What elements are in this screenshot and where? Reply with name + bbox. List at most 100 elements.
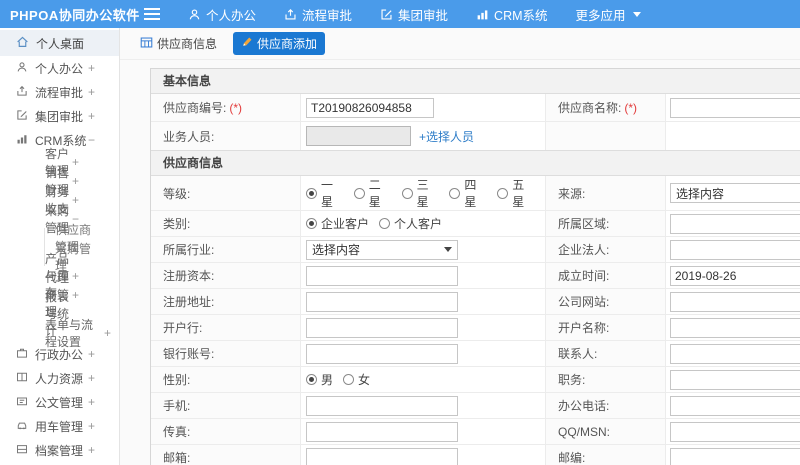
radio-category-company[interactable] [306,218,317,229]
website-input[interactable] [670,291,800,312]
email-input[interactable] [306,447,458,465]
zip-input[interactable] [670,447,800,465]
sidebar: 个人桌面 个人办公 + 流程审批 + 集团审批 + CRM系统 − 客户管理 +… [0,28,120,465]
expand-icon[interactable]: + [88,395,95,409]
person-icon [16,61,28,76]
expand-icon[interactable]: + [88,85,95,99]
field-label: 企业法人: [546,237,666,262]
supplier-no-input[interactable] [306,97,434,118]
position-input[interactable] [670,369,800,390]
account-name-input[interactable] [670,317,800,338]
section-title-basic-info: 基本信息 [151,69,800,94]
field-label: 性别: [151,367,301,392]
expand-icon[interactable]: + [72,193,79,207]
fax-input[interactable] [306,421,458,442]
field-label: 办公电话: [546,393,666,418]
sidebar-item-vehicle-management[interactable]: 用车管理 + [0,414,119,438]
field-label: 开户行: [151,315,301,340]
field-label: 公司网站: [546,289,666,314]
choose-staff-link[interactable]: +选择人员 [419,128,474,145]
sidebar-item-purchasing[interactable]: 采购管理 [0,242,119,273]
sidebar-item-human-resources[interactable]: 人力资源 + [0,366,119,390]
field-label: 类别: [151,211,301,236]
radio-gender-male[interactable] [306,374,317,385]
expand-icon[interactable]: + [88,443,95,457]
supplier-name-input[interactable] [670,97,800,118]
contact-input[interactable] [670,343,800,364]
briefcase-icon [16,347,28,362]
radio-level-1[interactable] [306,187,317,199]
main-content: 供应商信息 供应商添加 基本信息 供应商编号:(*) 供应商 [120,28,800,465]
sidebar-item-group-approval[interactable]: 集团审批 + [0,104,119,128]
caret-down-icon [444,247,452,252]
sidebar-item-document-management[interactable]: 公文管理 + [0,390,119,414]
process-icon [16,85,28,100]
field-label: 联系人: [546,341,666,366]
form-row-fax-qq: 传真: QQ/MSN: [151,419,800,445]
field-label: 成立时间: [546,263,666,288]
expand-icon[interactable]: + [88,347,95,361]
founded-date-input[interactable] [670,265,800,286]
nav-personal-office[interactable]: 个人办公 [174,0,270,28]
expand-icon[interactable]: + [88,371,95,385]
sidebar-item-form-flow-settings[interactable]: 表单与流程设置 + [0,318,119,349]
home-icon [16,35,29,51]
radio-level-4[interactable] [449,187,461,199]
expand-icon[interactable]: + [72,174,79,188]
industry-select[interactable]: 选择内容 [306,239,458,260]
sidebar-item-archive-management[interactable]: 档案管理 + [0,438,119,462]
region-input[interactable] [670,213,800,234]
capital-input[interactable] [306,265,458,286]
radio-level-5[interactable] [497,187,509,199]
form-row-bank-accountname: 开户行: 开户名称: [151,315,800,341]
field-label: 来源: [546,176,666,210]
sidebar-item-personal-office[interactable]: 个人办公 + [0,56,119,80]
radio-category-personal[interactable] [379,218,391,229]
field-label: 业务人员: [151,122,301,150]
radio-level-2[interactable] [353,187,365,199]
reg-address-input[interactable] [306,291,458,312]
empty-cell [546,122,666,150]
collapse-icon[interactable]: − [88,133,95,147]
nav-crm-system[interactable]: CRM系统 [462,0,561,28]
bank-input[interactable] [306,317,458,338]
tab-supplier-info[interactable]: 供应商信息 [132,32,225,55]
form-row-industry-legal: 所属行业: 选择内容 企业法人: [151,237,800,263]
tab-supplier-add[interactable]: 供应商添加 [233,32,326,55]
edit-icon [16,109,28,124]
top-navigation: 个人办公 流程审批 集团审批 CRM系统 更多应用 [174,0,655,28]
menu-toggle-icon[interactable] [144,5,160,23]
legal-person-input[interactable] [670,239,800,260]
nav-more-apps[interactable]: 更多应用 [562,0,655,28]
topbar: PHPOA协同办公软件 个人办公 流程审批 集团审批 CRM系统 更多应用 [0,0,800,28]
sidebar-item-process-approval[interactable]: 流程审批 + [0,80,119,104]
person-icon [188,8,201,21]
expand-icon[interactable]: + [88,61,95,75]
mobile-input[interactable] [306,395,458,416]
expand-icon[interactable]: + [88,419,95,433]
expand-icon[interactable]: + [88,109,95,123]
table-icon [140,36,153,52]
tab-bar: 供应商信息 供应商添加 [120,28,800,60]
qq-msn-input[interactable] [670,421,800,442]
nav-group-approval[interactable]: 集团审批 [366,0,462,28]
radio-gender-female[interactable] [343,374,355,385]
nav-process-approval[interactable]: 流程审批 [270,0,366,28]
edit-icon [380,8,393,21]
radio-level-3[interactable] [401,187,413,199]
field-label: 职务: [546,367,666,392]
expand-icon[interactable]: + [104,326,111,340]
source-select[interactable]: 选择内容 [670,183,800,203]
form-row-regaddress-website: 注册地址: 公司网站: [151,289,800,315]
expand-icon[interactable]: + [72,155,79,169]
office-phone-input[interactable] [670,395,800,416]
field-label: QQ/MSN: [546,419,666,444]
category-radio-group: 企业客户 个人客户 [301,211,546,236]
pencil-icon [241,36,253,51]
sidebar-item-personal-desktop[interactable]: 个人桌面 [0,30,119,56]
field-label: 注册地址: [151,289,301,314]
staff-input[interactable] [306,126,411,146]
field-label: 供应商编号: (*) [151,94,301,121]
supplier-add-form: 基本信息 供应商编号:(*) 供应商名称:(*) [150,68,800,465]
bank-account-input[interactable] [306,343,458,364]
